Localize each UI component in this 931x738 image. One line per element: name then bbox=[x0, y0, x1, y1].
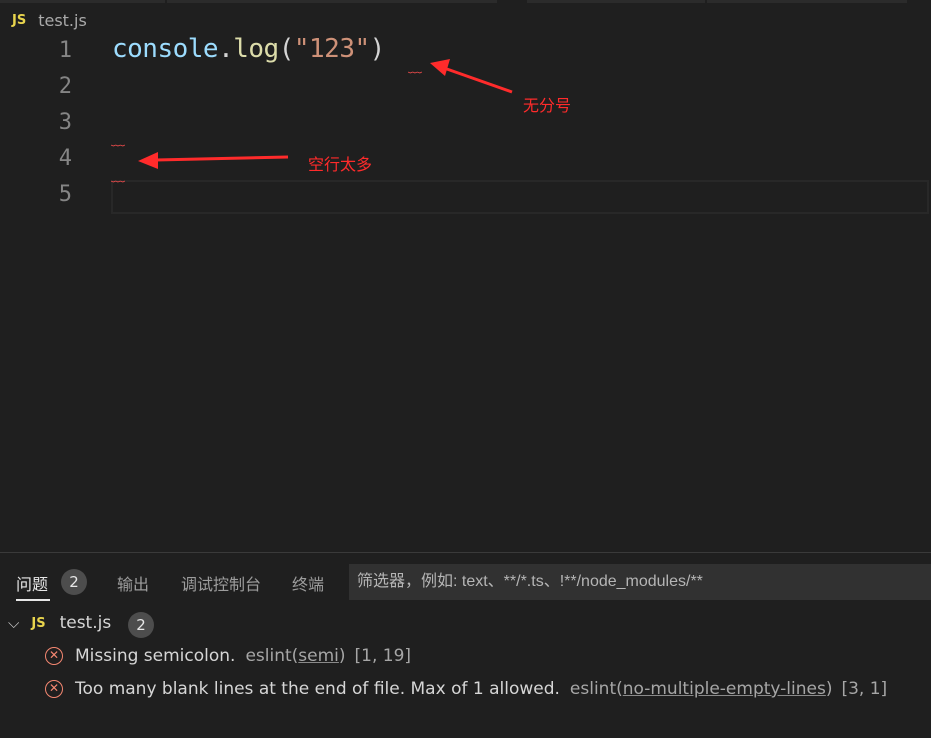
problem-position: [1, 19] bbox=[354, 646, 412, 666]
tab-debug-console[interactable]: 调试控制台 bbox=[181, 571, 261, 595]
tab-output[interactable]: 输出 bbox=[117, 571, 149, 595]
panel-tabs: 问题 2 输出 调试控制台 终端 bbox=[0, 553, 931, 601]
problem-item[interactable]: ✕ Too many blank lines at the end of fil… bbox=[45, 679, 887, 699]
problem-position: [3, 1] bbox=[841, 679, 888, 699]
annotation-too-many-blank-lines: 空行太多 bbox=[308, 155, 373, 174]
annotation-no-semicolon: 无分号 bbox=[523, 96, 572, 115]
arrow-head-icon bbox=[138, 152, 158, 169]
problem-source: eslint(no-multiple-empty-lines) bbox=[569, 679, 833, 699]
problem-message: Too many blank lines at the end of file.… bbox=[75, 679, 560, 699]
problems-count-badge: 2 bbox=[61, 569, 87, 595]
chevron-down-icon[interactable]: ⌵ bbox=[8, 614, 19, 632]
problem-message: Missing semicolon. bbox=[75, 646, 236, 666]
problems-filter-input[interactable] bbox=[349, 564, 931, 600]
arrow-head-icon bbox=[430, 59, 450, 76]
problems-panel: 问题 2 输出 调试控制台 终端 ⌵ JS test.js 2 ✕ Missin… bbox=[0, 552, 931, 738]
error-icon: ✕ bbox=[45, 647, 63, 665]
arrow-line-blank-lines bbox=[155, 155, 289, 162]
editor-area[interactable]: JS test.js 1 2 3 4 5 console.log("123") … bbox=[0, 0, 931, 552]
js-file-icon: JS bbox=[31, 615, 46, 631]
tab-problems[interactable]: 问题 bbox=[16, 571, 48, 595]
problem-file-name: test.js bbox=[59, 613, 112, 633]
tab-terminal[interactable]: 终端 bbox=[292, 571, 324, 595]
annotation-arrows bbox=[138, 59, 513, 169]
problem-rule-link[interactable]: no-multiple-empty-lines bbox=[623, 679, 826, 699]
active-tab-indicator bbox=[16, 599, 50, 601]
problem-rule-link[interactable]: semi bbox=[298, 646, 339, 666]
file-problem-count-badge: 2 bbox=[128, 612, 154, 638]
problem-item[interactable]: ✕ Missing semicolon. eslint(semi) [1, 19… bbox=[45, 646, 411, 666]
arrow-line-semicolon bbox=[443, 66, 513, 94]
problem-file-group[interactable]: ⌵ JS test.js bbox=[8, 613, 111, 633]
error-icon: ✕ bbox=[45, 680, 63, 698]
problem-source: eslint(semi) bbox=[245, 646, 346, 666]
